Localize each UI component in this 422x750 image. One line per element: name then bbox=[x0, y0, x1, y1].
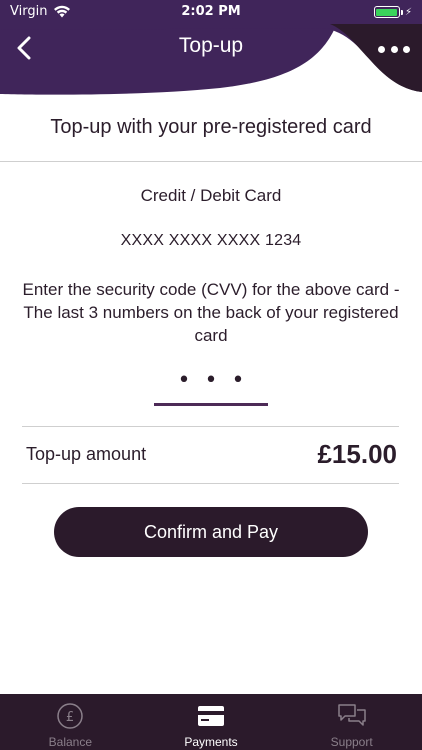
bottom-tab-bar: £ Balance Payments Support bbox=[0, 694, 422, 750]
more-options-button[interactable] bbox=[378, 38, 410, 60]
credit-card-icon bbox=[198, 706, 224, 726]
status-bar: Virgin 2:02 PM ⚡ bbox=[0, 0, 422, 24]
charging-bolt-icon: ⚡ bbox=[404, 6, 412, 18]
amount-label: Top-up amount bbox=[26, 444, 147, 464]
more-horizontal-icon bbox=[378, 45, 385, 53]
card-type-label: Credit / Debit Card bbox=[140, 186, 282, 205]
tab-support-label: Support bbox=[330, 735, 373, 749]
topup-amount-row: Top-up amount £15.00 bbox=[22, 426, 399, 484]
cvv-masked-value: ••• bbox=[177, 368, 259, 393]
cvv-underline bbox=[154, 403, 268, 406]
page-title: Top-up bbox=[178, 34, 244, 57]
confirm-and-pay-button[interactable]: Confirm and Pay bbox=[54, 507, 368, 557]
cvv-input[interactable]: ••• bbox=[154, 362, 268, 406]
more-dot bbox=[390, 45, 398, 53]
app-header: Top-up bbox=[0, 24, 422, 72]
more-dot bbox=[403, 45, 410, 53]
tab-payments[interactable]: Payments bbox=[141, 694, 282, 750]
subtitle-section: Top-up with your pre-registered card bbox=[0, 110, 422, 162]
status-time: 2:02 PM bbox=[181, 4, 241, 19]
svg-text:£: £ bbox=[66, 710, 74, 725]
pound-coin-icon: £ bbox=[57, 703, 84, 729]
tab-payments-label: Payments bbox=[184, 735, 238, 749]
tab-balance[interactable]: £ Balance bbox=[0, 694, 141, 750]
amount-value: £15.00 bbox=[317, 439, 397, 469]
tab-balance-label: Balance bbox=[48, 735, 93, 749]
battery-icon: ⚡ bbox=[373, 6, 412, 18]
tab-support[interactable]: Support bbox=[281, 694, 422, 750]
chat-bubbles-icon bbox=[337, 704, 366, 726]
cvv-instructions: Enter the security code (CVV) for the ab… bbox=[22, 280, 400, 345]
page-subtitle: Top-up with your pre-registered card bbox=[50, 116, 372, 138]
masked-card-number: XXXX XXXX XXXX 1234 bbox=[120, 232, 302, 249]
